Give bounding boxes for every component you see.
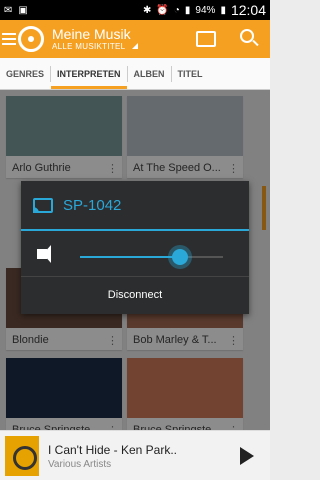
- dialog-header: SP-1042: [21, 181, 249, 231]
- disconnect-button[interactable]: Disconnect: [21, 277, 249, 312]
- search-icon[interactable]: [240, 29, 254, 43]
- tab-alben[interactable]: ALBEN: [128, 58, 171, 89]
- app-subtitle: ALLE MUSIKTITEL: [52, 42, 126, 51]
- app-title: Meine Musik: [52, 26, 131, 42]
- wifi-icon: ◔: [173, 4, 180, 16]
- status-bar: ✉ ▣ ✱ ⏰ ◔ ▮ 94% ▮ 12:04: [0, 0, 270, 20]
- mail-icon: ✉: [4, 4, 13, 16]
- clock: 12:04: [230, 2, 266, 18]
- now-playing-artist: Various Artists: [48, 459, 112, 470]
- signal-icon: ▮: [184, 4, 191, 16]
- cast-icon[interactable]: [196, 31, 216, 47]
- app-notification-icon: ▣: [18, 4, 28, 16]
- device-name: SP-1042: [63, 196, 122, 214]
- volume-slider[interactable]: [80, 249, 223, 265]
- app-bar: Meine Musik ALLE MUSIKTITEL: [0, 20, 270, 58]
- tab-genres[interactable]: GENRES: [0, 58, 50, 89]
- battery-icon: ▮: [220, 4, 226, 16]
- volume-slider-fill: [80, 256, 180, 258]
- dropdown-icon: [131, 43, 138, 49]
- tab-bar: GENRES INTERPRETEN ALBEN TITEL: [0, 58, 270, 90]
- volume-slider-thumb[interactable]: [172, 249, 188, 265]
- volume-icon: [37, 244, 51, 263]
- now-playing-art: [5, 436, 39, 476]
- play-icon[interactable]: [240, 447, 254, 465]
- tab-interpreten[interactable]: INTERPRETEN: [51, 58, 127, 89]
- cast-connected-icon: [33, 197, 53, 213]
- menu-icon[interactable]: [2, 33, 16, 45]
- bluetooth-icon: ✱: [143, 4, 152, 16]
- tab-titel[interactable]: TITEL: [172, 58, 209, 89]
- headphones-logo-icon[interactable]: [18, 26, 44, 52]
- now-playing-title: I Can't Hide - Ken Park..: [48, 443, 178, 457]
- battery-percent: 94%: [195, 4, 216, 16]
- library-selector[interactable]: Meine Musik ALLE MUSIKTITEL: [52, 26, 138, 52]
- volume-row: [21, 231, 249, 277]
- cast-dialog: SP-1042 Disconnect: [21, 181, 249, 314]
- now-playing-bar[interactable]: I Can't Hide - Ken Park.. Various Artist…: [0, 430, 270, 480]
- alarm-icon: ⏰: [156, 4, 169, 16]
